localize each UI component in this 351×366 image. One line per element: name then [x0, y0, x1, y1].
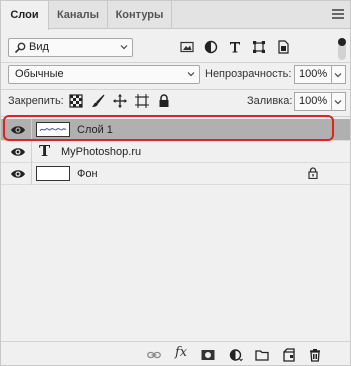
layer-name[interactable]: MyPhotoshop.ru: [61, 141, 141, 163]
blend-mode-value: Обычные: [15, 68, 64, 80]
adjustment-filter-icon[interactable]: [204, 40, 218, 54]
chevron-down-icon: [120, 45, 128, 50]
fill-label: Заливка:: [247, 95, 293, 107]
opacity-label: Непрозрачность:: [205, 68, 292, 80]
layers-panel: Слои Каналы Контуры Вид Обычные Непрозра…: [0, 0, 351, 366]
shape-filter-icon[interactable]: [252, 40, 266, 54]
type-filter-icon[interactable]: [228, 40, 242, 54]
chevron-down-icon: [334, 100, 342, 105]
tab-paths[interactable]: Контуры: [108, 1, 172, 29]
delete-layer-icon[interactable]: [308, 348, 322, 362]
selection-highlight: [3, 115, 334, 141]
panel-tab-bar: Слои Каналы Контуры: [1, 1, 350, 30]
new-layer-icon[interactable]: [282, 348, 296, 362]
tab-channels[interactable]: Каналы: [49, 1, 108, 29]
lock-artboard-icon[interactable]: [135, 94, 149, 108]
layer-thumbnail[interactable]: [36, 166, 70, 181]
divider: [31, 141, 32, 163]
panel-menu-icon[interactable]: [332, 9, 344, 19]
text-layer-icon: T: [39, 142, 51, 160]
chevron-down-icon: [187, 72, 195, 77]
lock-position-icon[interactable]: [113, 94, 127, 108]
layer-row-2[interactable]: T MyPhotoshop.ru: [1, 141, 350, 163]
layer-filter-label: Вид: [29, 41, 49, 53]
layers-list: Слой 1 T MyPhotoshop.ru Фон: [1, 116, 350, 341]
divider: [31, 163, 32, 185]
divider: [1, 62, 350, 63]
eye-icon[interactable]: [10, 168, 26, 180]
search-icon: [14, 42, 26, 54]
filter-toggle[interactable]: [338, 38, 346, 60]
eye-icon[interactable]: [10, 146, 26, 158]
opacity-dropdown[interactable]: [332, 65, 346, 84]
lock-transparent-pixels-icon[interactable]: [69, 94, 83, 108]
layer-style-button[interactable]: fx: [175, 346, 187, 360]
new-adjustment-layer-icon[interactable]: [229, 348, 243, 362]
layer-name[interactable]: Фон: [77, 163, 98, 185]
opacity-input[interactable]: 100%: [294, 65, 332, 84]
add-mask-icon[interactable]: [201, 348, 215, 362]
lock-icon: [308, 167, 318, 179]
tab-layers[interactable]: Слои: [1, 1, 49, 30]
layers-bottom-toolbar: fx: [1, 341, 350, 365]
fill-dropdown[interactable]: [332, 92, 346, 111]
lock-label: Закрепить:: [8, 95, 64, 107]
smart-object-filter-icon[interactable]: [276, 40, 290, 54]
layer-filter-select[interactable]: Вид: [8, 38, 133, 57]
lock-all-icon[interactable]: [157, 94, 171, 108]
image-filter-icon[interactable]: [180, 40, 194, 54]
chevron-down-icon: [334, 73, 342, 78]
fill-input[interactable]: 100%: [294, 92, 332, 111]
new-group-icon[interactable]: [255, 348, 269, 362]
layer-row-3[interactable]: Фон: [1, 163, 350, 185]
link-layers-icon[interactable]: [147, 348, 161, 362]
blend-mode-select[interactable]: Обычные: [8, 65, 200, 84]
lock-image-pixels-icon[interactable]: [91, 94, 105, 108]
divider: [1, 89, 350, 90]
